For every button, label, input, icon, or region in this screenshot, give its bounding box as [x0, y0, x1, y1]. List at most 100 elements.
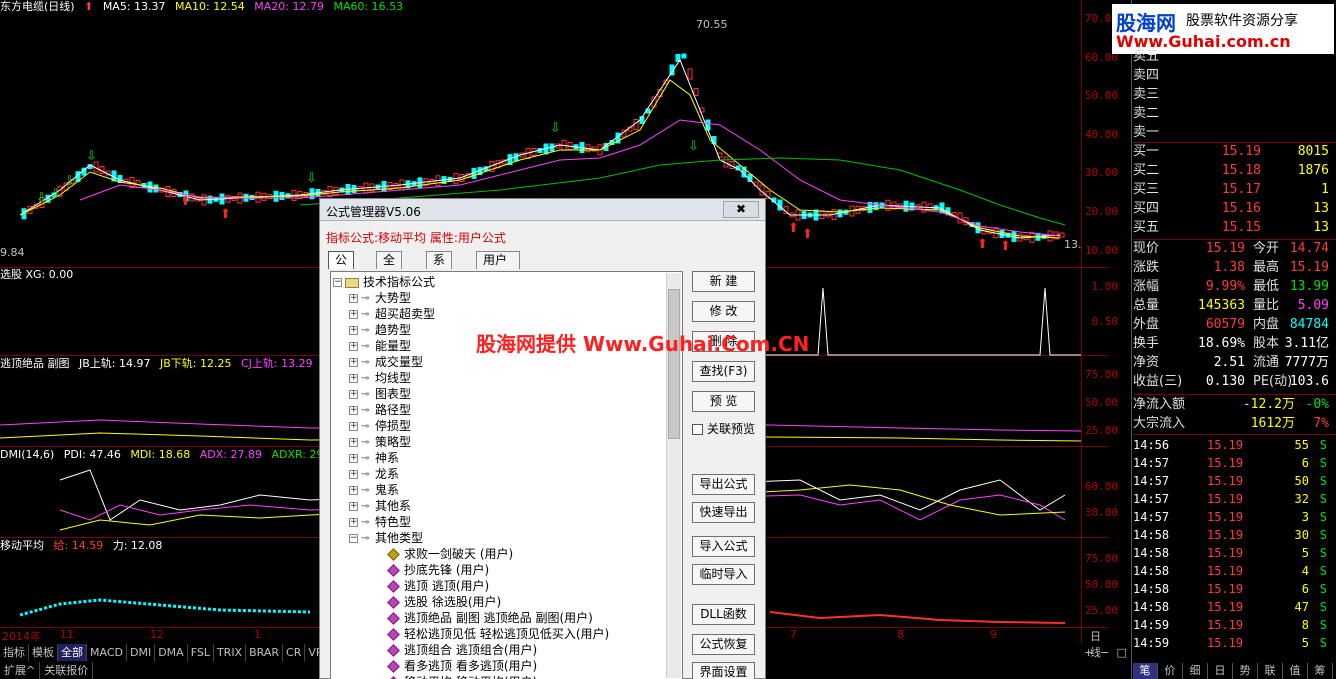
- indicator-tab[interactable]: CR: [283, 644, 306, 661]
- expand-icon[interactable]: +: [349, 518, 358, 527]
- expand-icon[interactable]: +: [349, 406, 358, 415]
- tree-formula-item[interactable]: 抄底先锋 (用户): [387, 562, 489, 578]
- key-icon: ⊸: [361, 356, 370, 368]
- expand-icon[interactable]: +: [349, 310, 358, 319]
- tree-group[interactable]: + ⊸ 神系: [349, 450, 399, 466]
- expand-icon[interactable]: +: [349, 374, 358, 383]
- quote-tab[interactable]: 细: [1183, 663, 1208, 679]
- buy-volume: 13: [1313, 201, 1329, 216]
- expand-icon[interactable]: +: [349, 486, 358, 495]
- quote-tab[interactable]: 值: [1283, 663, 1308, 679]
- square-icon[interactable]: □: [1116, 646, 1126, 659]
- tick-row: 14:57 15.19 6 S: [1133, 454, 1331, 472]
- buy-arrow-icon: ⬆: [788, 221, 799, 236]
- tree-root[interactable]: − 技术指标公式: [333, 274, 435, 290]
- quote-value: 14.74: [1289, 241, 1329, 256]
- zoom-out-icon[interactable]: −: [1100, 646, 1109, 659]
- tab-user[interactable]: 用户: [476, 251, 520, 269]
- dialog-button[interactable]: DLL函数: [692, 604, 755, 625]
- expand-icon[interactable]: +: [349, 294, 358, 303]
- tab-formula-group[interactable]: 公式组: [328, 251, 355, 301]
- tree-formula-item[interactable]: 逃顶绝品 副图 逃顶绝品 副图(用户): [387, 610, 593, 626]
- tree-group[interactable]: + ⊸ 策略型: [349, 434, 411, 450]
- tree-formula-item[interactable]: 轻松逃顶见低 轻松逃顶见低买入(用户): [387, 626, 609, 642]
- indicator-tab[interactable]: MACD: [87, 644, 127, 661]
- quote-tab[interactable]: 价: [1158, 663, 1183, 679]
- tree-group[interactable]: + ⊸ 均线型: [349, 370, 411, 386]
- preview-checkbox[interactable]: 关联预览: [692, 420, 755, 437]
- expand-icon[interactable]: +: [349, 470, 358, 479]
- tree-group[interactable]: − ⊸ 其他类型: [349, 530, 423, 546]
- indicator-tab[interactable]: 全部: [58, 644, 87, 661]
- tree-formula-item[interactable]: 看多逃顶 看多逃顶(用户): [387, 658, 537, 674]
- quote-tab[interactable]: 联: [1258, 663, 1283, 679]
- dialog-button[interactable]: 界面设置: [692, 662, 755, 679]
- status-item[interactable]: 关联报价: [40, 662, 94, 679]
- tick-row: 14:58 15.19 5 S: [1133, 544, 1331, 562]
- dialog-button[interactable]: 查找(F3): [692, 361, 755, 382]
- tab-all[interactable]: 全部: [376, 251, 403, 284]
- formula-icon: [387, 660, 400, 673]
- tree-group[interactable]: + ⊸ 大势型: [349, 290, 411, 306]
- quote-tab[interactable]: 势: [1233, 663, 1258, 679]
- dialog-titlebar[interactable]: 公式管理器V5.06 ✖: [320, 199, 765, 221]
- dialog-button[interactable]: 预 览: [692, 391, 755, 412]
- quote-tab[interactable]: 日: [1208, 663, 1233, 679]
- tree-group[interactable]: + ⊸ 鬼系: [349, 482, 399, 498]
- indicator-tab[interactable]: FSL: [188, 644, 214, 661]
- indicator-tab[interactable]: 模板: [29, 644, 58, 661]
- checkbox-box[interactable]: [692, 424, 703, 435]
- indicator-tab[interactable]: 指标: [0, 644, 29, 661]
- dialog-button[interactable]: 新 建: [692, 271, 755, 292]
- formula-icon: [387, 580, 400, 593]
- tree-group[interactable]: + ⊸ 其他系: [349, 498, 411, 514]
- expand-icon[interactable]: +: [349, 358, 358, 367]
- dialog-button[interactable]: 修 改: [692, 301, 755, 322]
- sell-row: 卖二: [1133, 105, 1331, 123]
- tick-volume: 3: [1301, 510, 1309, 524]
- zoom-in-icon[interactable]: +: [1084, 646, 1093, 659]
- expand-icon[interactable]: +: [349, 326, 358, 335]
- dialog-button[interactable]: 导出公式: [692, 474, 755, 495]
- tree-formula-item[interactable]: 逃顶组合 逃顶组合(用户): [387, 642, 537, 658]
- tree-group[interactable]: + ⊸ 成交量型: [349, 354, 423, 370]
- tree-group[interactable]: + ⊸ 龙系: [349, 466, 399, 482]
- expand-icon[interactable]: +: [349, 422, 358, 431]
- tree-group[interactable]: + ⊸ 停损型: [349, 418, 411, 434]
- tick-time: 14:59: [1133, 618, 1170, 632]
- dialog-button[interactable]: 临时导入: [692, 564, 755, 585]
- tree-group[interactable]: + ⊸ 特色型: [349, 514, 411, 530]
- tree-group[interactable]: + ⊸ 趋势型: [349, 322, 411, 338]
- tree-group[interactable]: + ⊸ 能量型: [349, 338, 411, 354]
- collapse-icon[interactable]: −: [333, 278, 342, 287]
- status-item[interactable]: 扩展^: [0, 662, 41, 679]
- scrollbar-thumb[interactable]: [668, 289, 680, 439]
- tree-formula-item[interactable]: 选股 徐选股(用户): [387, 594, 501, 610]
- tree-formula-item[interactable]: 求败一剑破天 (用户): [387, 546, 513, 562]
- close-button[interactable]: ✖: [723, 201, 759, 218]
- expand-icon[interactable]: +: [349, 502, 358, 511]
- expand-icon[interactable]: +: [349, 454, 358, 463]
- tree-formula-item[interactable]: 移动平均 移动平均(用户): [387, 674, 537, 679]
- tab-system[interactable]: 系统: [426, 251, 453, 284]
- sell-label: 卖三: [1133, 87, 1160, 102]
- expand-icon[interactable]: +: [349, 342, 358, 351]
- jb-title: 逃顶绝品 副图: [0, 357, 70, 370]
- expand-icon[interactable]: +: [349, 390, 358, 399]
- quote-tab[interactable]: 笔: [1133, 663, 1158, 679]
- collapse-icon[interactable]: −: [349, 534, 358, 543]
- tree-group[interactable]: + ⊸ 图表型: [349, 386, 411, 402]
- tree-group[interactable]: + ⊸ 超买超卖型: [349, 306, 435, 322]
- expand-icon[interactable]: +: [349, 438, 358, 447]
- indicator-tab[interactable]: BRAR: [246, 644, 284, 661]
- dialog-button[interactable]: 快速导出: [692, 502, 755, 523]
- flow-value: 1612万: [1250, 416, 1295, 431]
- tree-formula-item[interactable]: 逃顶 逃顶(用户): [387, 578, 489, 594]
- dialog-button[interactable]: 公式恢复: [692, 634, 755, 655]
- indicator-tab[interactable]: TRIX: [214, 644, 247, 661]
- quote-tab[interactable]: 筹: [1308, 663, 1333, 679]
- indicator-tab[interactable]: DMI: [127, 644, 156, 661]
- tree-group[interactable]: + ⊸ 路径型: [349, 402, 411, 418]
- dialog-button[interactable]: 导入公式: [692, 536, 755, 557]
- indicator-tab[interactable]: DMA: [155, 644, 188, 661]
